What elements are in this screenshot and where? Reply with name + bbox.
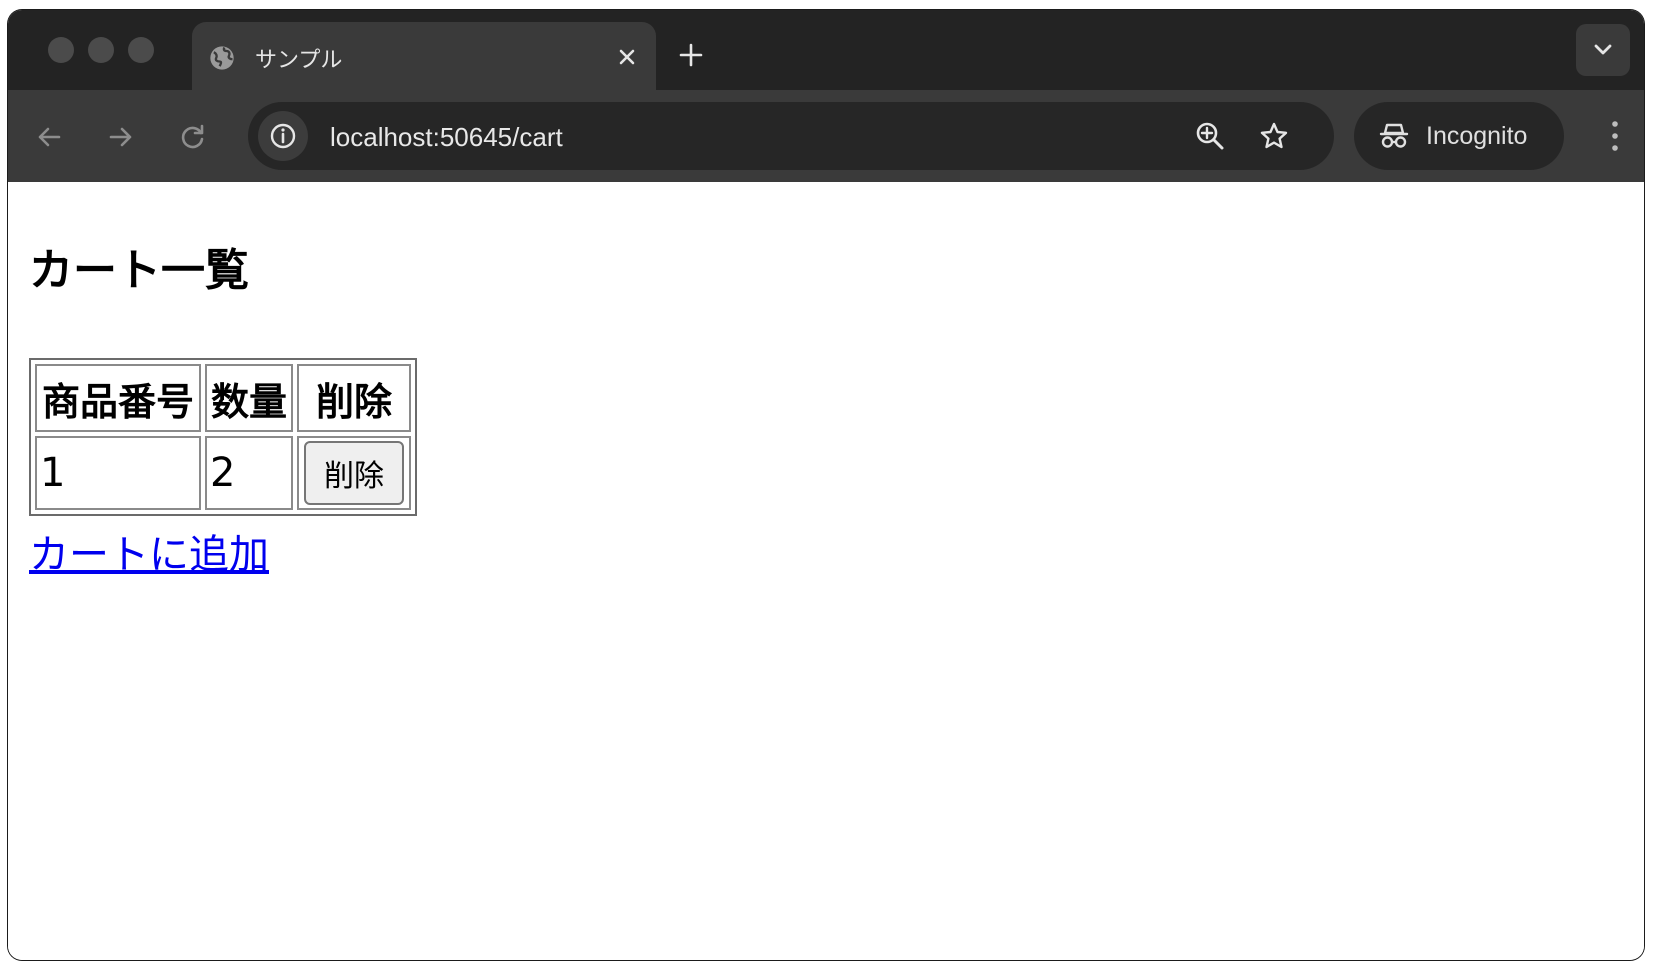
tab-strip: サンプル — [8, 10, 1644, 90]
zoom-icon[interactable] — [1194, 120, 1226, 152]
table-header-row: 商品番号 数量 削除 — [35, 364, 411, 432]
chevron-down-icon — [1594, 44, 1612, 55]
cell-product-id: 1 — [35, 436, 201, 510]
tab-title: サンプル — [255, 48, 343, 73]
tab-active[interactable]: サンプル — [192, 22, 656, 90]
window-close-button[interactable] — [48, 37, 74, 63]
info-icon[interactable] — [258, 111, 308, 161]
browser-window: サンプル localhost:50645/cart Incognito カート一… — [8, 10, 1644, 960]
add-to-cart-link[interactable]: カートに追加 — [29, 522, 269, 580]
back-arrow-icon[interactable] — [32, 120, 66, 154]
close-icon[interactable] — [612, 42, 642, 72]
tab-search-button[interactable] — [1576, 24, 1630, 76]
incognito-label: Incognito — [1426, 122, 1528, 150]
reload-icon[interactable] — [176, 120, 210, 154]
window-maximize-button[interactable] — [128, 37, 154, 63]
globe-icon — [208, 44, 236, 72]
cart-table: 商品番号 数量 削除 1 2 削除 — [29, 358, 417, 516]
header-delete: 削除 — [297, 364, 411, 432]
header-quantity: 数量 — [205, 364, 293, 432]
url-text[interactable]: localhost:50645/cart — [330, 122, 563, 153]
star-icon[interactable] — [1258, 120, 1290, 152]
window-minimize-button[interactable] — [88, 37, 114, 63]
forward-arrow-icon[interactable] — [104, 120, 138, 154]
page-content: カート一覧 商品番号 数量 削除 1 2 削除 カートに追加 — [8, 182, 1644, 960]
incognito-icon — [1379, 123, 1409, 148]
table-row: 1 2 削除 — [35, 436, 411, 510]
delete-button[interactable]: 削除 — [304, 441, 404, 505]
cell-delete: 削除 — [297, 436, 411, 510]
page-title: カート一覧 — [29, 245, 249, 296]
incognito-profile-button[interactable]: Incognito — [1354, 102, 1564, 170]
browser-toolbar: localhost:50645/cart Incognito — [8, 90, 1644, 182]
address-bar[interactable]: localhost:50645/cart — [248, 102, 1334, 170]
cell-quantity: 2 — [205, 436, 293, 510]
more-vert-icon[interactable] — [1606, 118, 1624, 154]
header-product-id: 商品番号 — [35, 364, 201, 432]
plus-icon[interactable] — [676, 40, 706, 70]
